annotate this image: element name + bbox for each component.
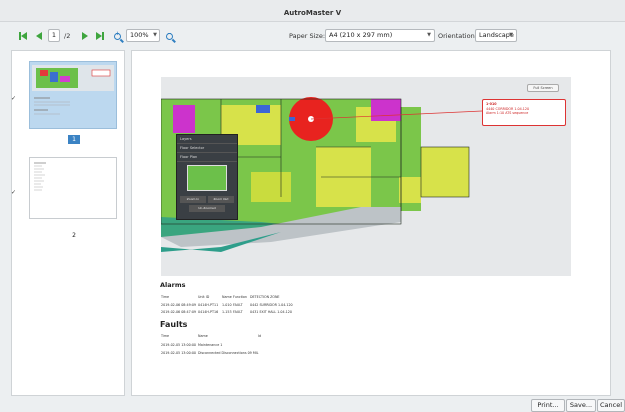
- paper-size-select[interactable]: A4 (210 x 297 mm) ▼: [325, 29, 435, 42]
- menu-item-layers[interactable]: Layers: [177, 135, 237, 144]
- alarm-callout-detail: Alarm 1:10 ATS sequence: [486, 111, 529, 115]
- alarms-heading: Alarms: [160, 281, 186, 289]
- last-page-button[interactable]: [95, 31, 105, 41]
- print-button[interactable]: Print...: [531, 399, 565, 412]
- previous-page-button[interactable]: [34, 31, 44, 41]
- page-2-number: 2: [72, 232, 76, 239]
- unzoom-panel-button[interactable]: Un-Zoomed: [189, 205, 225, 212]
- chevron-down-icon: ▼: [427, 32, 431, 38]
- faults-header-time: Time: [161, 334, 170, 338]
- zoom-in-button[interactable]: +: [112, 31, 123, 42]
- alarms-header-name: Name: [222, 295, 232, 299]
- menu-item-floor-plan[interactable]: Floor Plan: [177, 153, 237, 162]
- orientation-label: Orientation:: [438, 32, 477, 40]
- alarm-row-2-function: FAULT: [233, 310, 243, 314]
- current-page-input[interactable]: 1: [48, 29, 60, 42]
- alarm-row-1-unit: 0414H-PT11: [198, 303, 219, 307]
- fault-row-1-time: 2019-02-05 13:00:00: [161, 343, 197, 347]
- thumbnail-page-2-preview: [34, 162, 46, 191]
- first-page-button[interactable]: [18, 31, 28, 41]
- zoom-out-panel-button[interactable]: Zoom Out: [208, 196, 234, 203]
- fault-row-1-name: Maintenance 1: [198, 343, 223, 347]
- alarm-row-2-time: 2019-02-06 08:47:09: [161, 310, 197, 314]
- faults-header-name: Name: [198, 334, 208, 338]
- zoom-value: 100%: [130, 31, 149, 39]
- fault-row-2-name: Disconnected Disconnections 09 MIL: [198, 351, 259, 355]
- chevron-down-icon: ▼: [153, 32, 157, 38]
- fault-row-2-time: 2019-02-05 13:00:00: [161, 351, 197, 355]
- alarm-row-1-zone: 0442 SURRIDOR 1.04.120: [250, 303, 293, 307]
- arrow-right-icon: [82, 32, 88, 40]
- zoom-in-icon: +: [114, 32, 121, 40]
- faults-header-id: Id: [258, 334, 262, 338]
- alarms-header-zone: DETECTION ZONE: [250, 295, 280, 299]
- arrow-left-icon: [21, 32, 27, 40]
- alarm-callout: 1-010 4440 CORRIDOR 1.04.120 Alarm 1:10 …: [482, 99, 566, 126]
- arrow-left-icon: [36, 32, 42, 40]
- window-title: AutroMaster V: [283, 9, 342, 17]
- alarm-row-1-name: 1-010: [222, 303, 232, 307]
- thumbnail-page-1[interactable]: [29, 61, 117, 129]
- paper-size-value: A4 (210 x 297 mm): [329, 31, 393, 39]
- page-1-number: 1: [68, 135, 80, 144]
- bar-icon: [102, 32, 104, 40]
- alarm-row-1-time: 2019-02-06 08:49:09: [161, 303, 197, 307]
- alarms-header-function: Function: [233, 295, 248, 299]
- map-control-panel: Layers Floor Selector Floor Plan Zoom In…: [176, 134, 238, 220]
- alarm-row-1-function: FAULT: [233, 303, 243, 307]
- thumbnail-page-2[interactable]: [29, 157, 117, 219]
- page-total: /2: [64, 32, 71, 40]
- cancel-button[interactable]: Cancel: [597, 399, 625, 412]
- page-1-checkbox[interactable]: ✓: [11, 95, 16, 102]
- full-screen-button[interactable]: Full Screen: [527, 84, 559, 92]
- orientation-select[interactable]: Landscape ▼: [475, 29, 517, 42]
- faults-heading: Faults: [160, 320, 188, 329]
- zoom-out-button[interactable]: −: [164, 31, 175, 42]
- thumbnail-panel: ✓ 1 ✓ 2: [11, 50, 125, 396]
- next-page-button[interactable]: [80, 31, 90, 41]
- thumbnail-page-1-preview: [32, 65, 114, 115]
- alarm-row-2-unit: 0414H-PT16: [198, 310, 219, 314]
- title-bar: AutroMaster V: [0, 0, 625, 22]
- menu-item-floor-selector[interactable]: Floor Selector: [177, 144, 237, 153]
- save-button[interactable]: Save...: [566, 399, 596, 412]
- toolbar: 1 /2 + 100% ▼ − Paper Size: A4 (210 x 297…: [0, 24, 625, 48]
- zoom-in-panel-button[interactable]: Zoom In: [180, 196, 206, 203]
- alarm-row-2-zone: 0431 EXIT HALL 1.04.120: [250, 310, 292, 314]
- chevron-down-icon: ▼: [509, 32, 513, 38]
- zoom-select[interactable]: 100% ▼: [126, 29, 160, 42]
- paper-size-label: Paper Size:: [289, 32, 326, 40]
- page-2-checkbox[interactable]: ✓: [11, 189, 16, 196]
- alarms-header-time: Time: [161, 295, 170, 299]
- zoom-out-icon: −: [166, 32, 173, 40]
- mini-map: [187, 165, 227, 191]
- alarm-row-2-name: 1-153: [222, 310, 232, 314]
- alarms-header-unit-id: Unit ID: [198, 295, 210, 299]
